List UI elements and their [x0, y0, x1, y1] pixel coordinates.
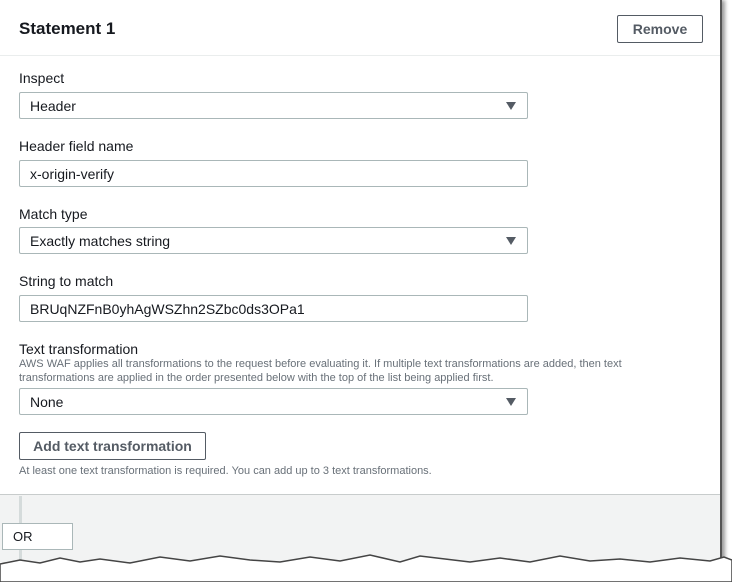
- inspect-select[interactable]: Header: [19, 92, 528, 119]
- caret-down-icon: [506, 237, 516, 245]
- text-transformation-label: Text transformation: [19, 341, 139, 357]
- statement-panel: Statement 1 Remove Inspect Header Header…: [0, 0, 720, 495]
- statement-title: Statement 1: [19, 19, 116, 38]
- inspect-label: Inspect: [19, 70, 65, 86]
- torn-edge: [0, 554, 732, 582]
- match-type-label: Match type: [19, 206, 88, 222]
- string-to-match-input[interactable]: BRUqNZFnB0yhAgWSZhn2SZbc0ds3OPa1: [19, 295, 528, 322]
- inspect-value: Header: [30, 97, 76, 114]
- text-transformation-description: AWS WAF applies all transformations to t…: [19, 358, 622, 384]
- statement-header: Statement 1 Remove: [0, 0, 720, 56]
- string-to-match-label: String to match: [19, 273, 114, 289]
- logic-operator: OR: [2, 523, 73, 550]
- text-transformation-value: None: [30, 393, 64, 410]
- remove-button[interactable]: Remove: [617, 15, 703, 43]
- match-type-select[interactable]: Exactly matches string: [19, 227, 528, 254]
- caret-down-icon: [506, 398, 516, 406]
- rule-editor: Statement 1 Remove Inspect Header Header…: [0, 0, 722, 566]
- caret-down-icon: [506, 102, 516, 110]
- add-text-transformation-button[interactable]: Add text transformation: [19, 432, 206, 460]
- text-transformation-help: At least one text transformation is requ…: [19, 465, 432, 477]
- text-transformation-select[interactable]: None: [19, 388, 528, 415]
- match-type-value: Exactly matches string: [30, 232, 171, 249]
- header-field-input[interactable]: x-origin-verify: [19, 160, 528, 187]
- header-field-label: Header field name: [19, 138, 134, 154]
